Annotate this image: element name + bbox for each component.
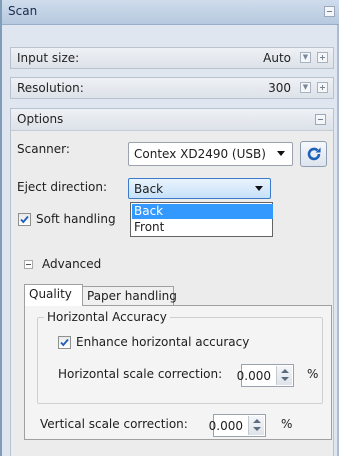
options-collapse-icon[interactable] (315, 114, 326, 125)
quality-tab-panel: Horizontal Accuracy Enhance horizontal a… (24, 305, 332, 440)
enhance-horizontal-accuracy-label: Enhance horizontal accuracy (76, 335, 250, 349)
options-section: Options Scanner: Contex XD2490 (USB) Eje… (10, 108, 334, 456)
resolution-chevron-down-icon[interactable]: ▼ (300, 82, 311, 93)
input-size-plus-icon[interactable] (317, 52, 328, 63)
advanced-label: Advanced (42, 257, 102, 271)
horizontal-scale-spin-buttons[interactable] (276, 366, 292, 385)
tab-paper-handling[interactable]: Paper handling (82, 286, 177, 306)
vertical-scale-spin-buttons[interactable] (248, 416, 264, 435)
horizontal-scale-value: 0.000 (236, 369, 271, 383)
panel-title: Scan (8, 4, 38, 18)
options-label: Options (17, 112, 64, 126)
spin-down-icon[interactable] (281, 377, 289, 381)
scanner-select[interactable]: Contex XD2490 (USB) (128, 142, 293, 166)
soft-handling-checkbox[interactable] (18, 213, 31, 226)
refresh-icon (307, 147, 321, 161)
spin-down-icon[interactable] (253, 427, 261, 431)
resolution-plus-icon[interactable] (317, 82, 328, 93)
vertical-scale-label: Vertical scale correction: (40, 417, 188, 431)
vertical-scale-unit: % (281, 417, 293, 431)
scan-panel: Scan Input size: Auto ▼ Resolution: 300 … (0, 0, 339, 456)
refresh-scanner-button[interactable] (300, 141, 327, 167)
resolution-value: 300 (268, 81, 291, 95)
eject-option-front-label: Front (134, 220, 165, 234)
resolution-label: Resolution: (17, 81, 84, 95)
tab-quality-label: Quality (29, 287, 72, 301)
eject-direction-label: Eject direction: (17, 180, 108, 194)
scanner-chevron-down-icon (277, 151, 285, 156)
enhance-horizontal-accuracy-checkbox[interactable] (58, 336, 71, 349)
spin-up-icon[interactable] (281, 369, 289, 373)
eject-direction-selected-value: Back (134, 182, 164, 196)
tab-paper-handling-label: Paper handling (87, 289, 177, 303)
input-size-value: Auto (263, 51, 291, 65)
resolution-row[interactable]: Resolution: 300 ▼ (10, 77, 334, 99)
advanced-collapse-icon[interactable] (24, 260, 33, 269)
eject-direction-listbox[interactable]: Back Front (130, 202, 273, 237)
eject-chevron-down-icon (255, 186, 263, 191)
eject-option-back-label: Back (134, 204, 164, 218)
spin-up-icon[interactable] (253, 419, 261, 423)
eject-direction-select[interactable]: Back (128, 178, 271, 199)
options-header[interactable]: Options (11, 109, 333, 131)
input-size-label: Input size: (17, 51, 80, 65)
scanner-label: Scanner: (17, 142, 70, 156)
eject-option-front[interactable]: Front (132, 220, 273, 235)
checkmark-icon (60, 338, 69, 347)
checkmark-icon (20, 215, 29, 224)
eject-option-back[interactable]: Back (132, 204, 273, 219)
panel-collapse-icon[interactable] (324, 6, 335, 17)
input-size-chevron-down-icon[interactable]: ▼ (300, 52, 311, 63)
horizontal-scale-unit: % (307, 367, 319, 381)
input-size-row[interactable]: Input size: Auto ▼ (10, 47, 334, 69)
scanner-selected-value: Contex XD2490 (USB) (134, 147, 266, 161)
horizontal-accuracy-title: Horizontal Accuracy (44, 310, 170, 324)
horizontal-accuracy-group (37, 317, 323, 404)
vertical-scale-stepper[interactable]: 0.000 (209, 414, 266, 437)
vertical-scale-value: 0.000 (208, 419, 243, 433)
scan-title-bar: Scan (2, 0, 339, 25)
soft-handling-label: Soft handling (36, 212, 116, 226)
tab-quality[interactable]: Quality (24, 284, 83, 306)
horizontal-scale-stepper[interactable]: 0.000 (237, 364, 294, 387)
horizontal-scale-label: Horizontal scale correction: (58, 367, 223, 381)
